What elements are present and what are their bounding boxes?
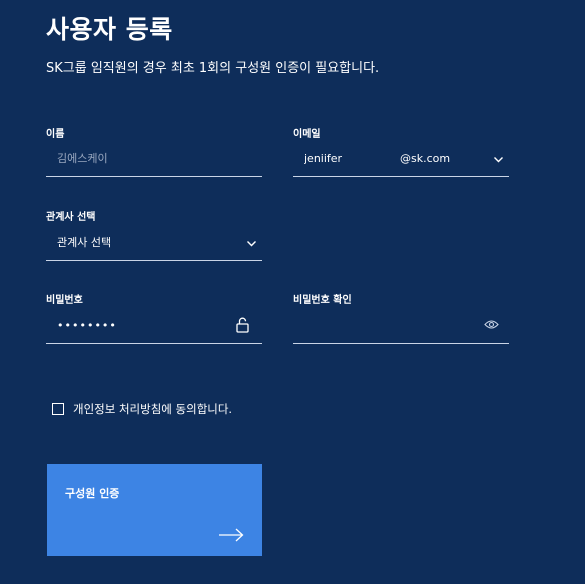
eye-icon[interactable] xyxy=(484,319,499,330)
company-label: 관계사 선택 xyxy=(46,212,96,223)
page-subtitle: SK그룹 임직원의 경우 최초 1회의 구성원 인증이 필요합니다. xyxy=(46,61,380,76)
password-field-container xyxy=(46,309,262,344)
arrow-right-icon xyxy=(219,528,244,542)
name-input[interactable] xyxy=(57,150,252,166)
password-confirm-input[interactable] xyxy=(304,317,474,333)
password-input[interactable] xyxy=(57,317,217,333)
company-select[interactable]: 관계사 선택 xyxy=(46,226,262,261)
verify-member-button[interactable]: 구성원 인증 xyxy=(47,464,262,556)
chevron-down-icon[interactable] xyxy=(493,156,504,164)
consent-label: 개인정보 처리방침에 동의합니다. xyxy=(73,402,233,416)
page-title: 사용자 등록 xyxy=(46,15,173,44)
consent-checkbox-row[interactable]: 개인정보 처리방침에 동의합니다. xyxy=(52,401,232,417)
password-label: 비밀번호 xyxy=(46,295,83,306)
email-field-container: @sk.com xyxy=(293,142,509,177)
email-domain-select[interactable]: @sk.com xyxy=(400,151,450,167)
chevron-down-icon[interactable] xyxy=(246,240,257,248)
name-label: 이름 xyxy=(46,129,65,140)
unlock-icon[interactable] xyxy=(236,317,249,333)
company-selected-value: 관계사 선택 xyxy=(57,236,112,249)
email-label: 이메일 xyxy=(293,129,321,140)
name-field-container xyxy=(46,142,262,177)
password-confirm-field-container xyxy=(293,309,509,344)
verify-button-label: 구성원 인증 xyxy=(65,487,120,500)
consent-checkbox[interactable] xyxy=(52,403,64,415)
password-confirm-label: 비밀번호 확인 xyxy=(293,295,352,306)
email-id-input[interactable] xyxy=(304,150,394,166)
